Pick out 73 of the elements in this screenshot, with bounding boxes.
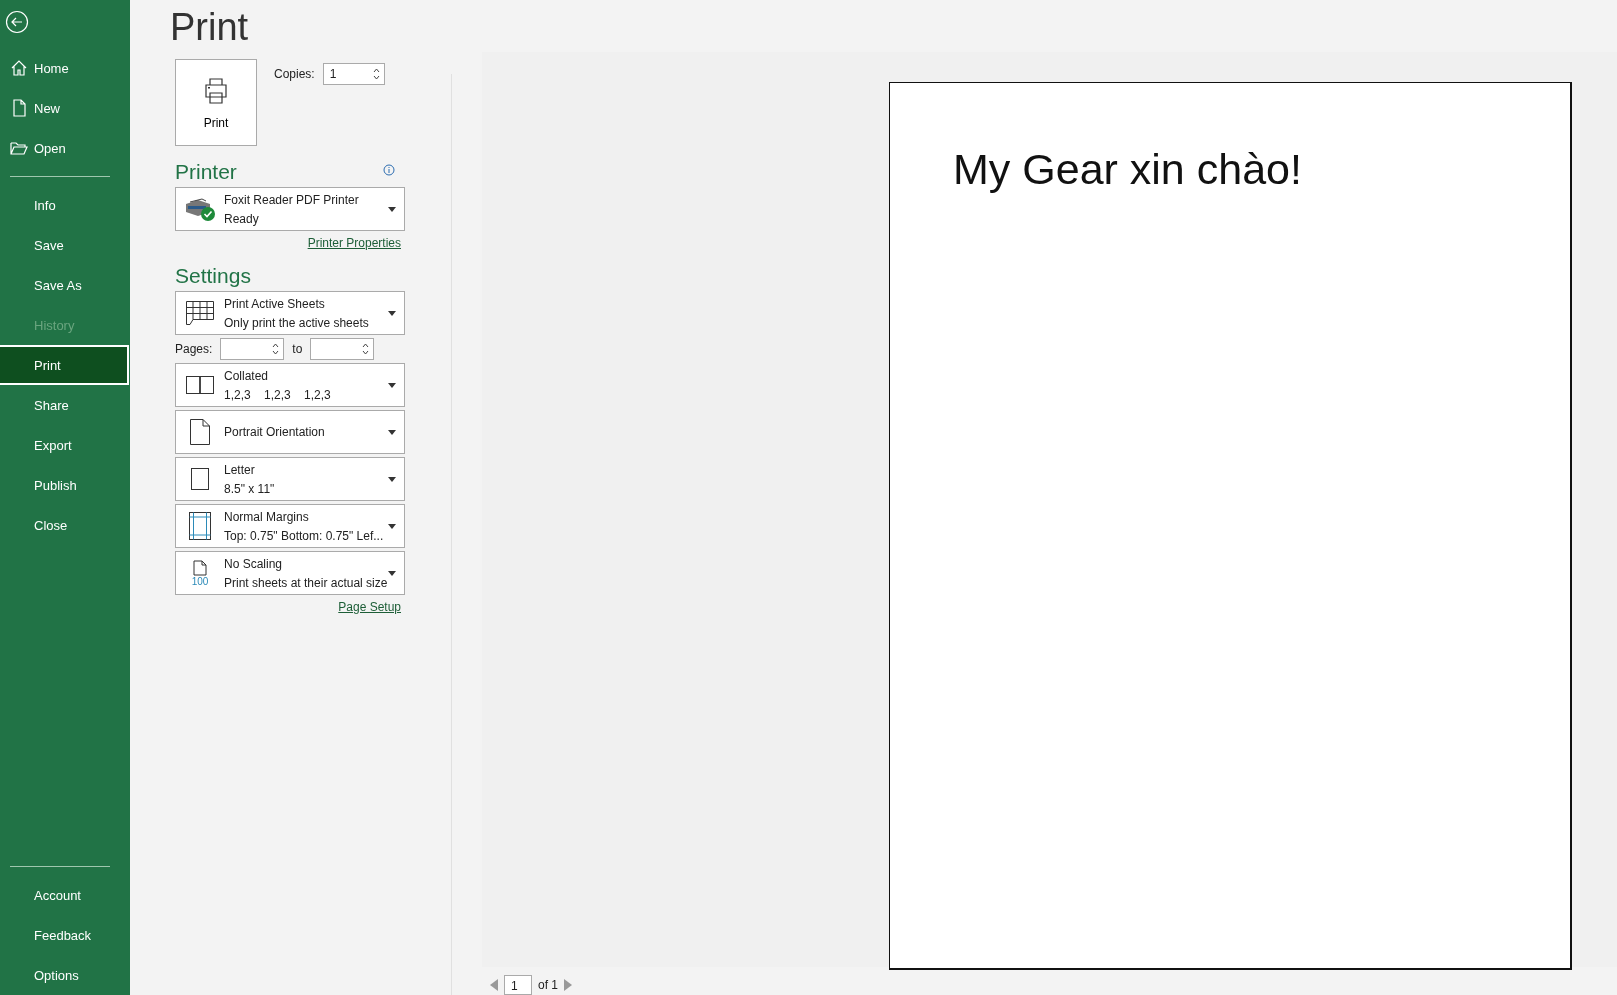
dropdown-caret-icon <box>388 310 396 316</box>
dropdown-caret-icon <box>388 476 396 482</box>
page-count: of 1 <box>538 978 558 992</box>
copies-label: Copies: <box>274 66 315 83</box>
dropdown-title: Portrait Orientation <box>224 425 326 439</box>
dropdown-subtitle: 1,2,3 1,2,3 1,2,3 <box>224 387 332 402</box>
dropdown-subtitle: Only print the active sheets <box>224 315 370 330</box>
document-icon <box>10 99 28 117</box>
page-icon <box>193 559 207 576</box>
printer-dropdown[interactable]: Foxit Reader PDF Printer Ready <box>175 187 405 231</box>
sidebar-item[interactable]: Save As <box>0 265 130 305</box>
sidebar-item[interactable]: Feedback <box>0 915 130 955</box>
settings-dropdown[interactable]: Letter 8.5" x 11" <box>175 457 405 501</box>
settings-dropdown[interactable]: Portrait Orientation <box>175 410 405 454</box>
to-label: to <box>292 341 303 358</box>
dropdown-title: Collated <box>224 368 270 383</box>
page-icon <box>190 467 210 491</box>
dropdown-title: No Scaling <box>224 556 284 571</box>
page-to-field[interactable] <box>310 338 375 360</box>
printer-ready-icon <box>184 196 216 222</box>
margins-icon <box>188 511 212 541</box>
print-button[interactable]: Print <box>175 59 257 146</box>
dropdown-caret-icon <box>388 570 396 576</box>
settings-dropdown[interactable]: Print Active Sheets Only print the active sheets <box>175 291 405 335</box>
copies-field[interactable]: 1 <box>322 63 385 85</box>
sidebar-item[interactable]: Export <box>0 425 130 465</box>
dropdown-caret-icon <box>388 206 396 212</box>
next-page-icon <box>564 979 572 991</box>
spinner-arrows-icon <box>362 342 370 356</box>
sidebar-item[interactable]: Publish <box>0 465 130 505</box>
previous-page-icon <box>490 979 498 991</box>
dropdown-subtitle: Top: 0.75" Bottom: 0.75" Lef... <box>224 528 385 543</box>
sidebar-item[interactable]: Print <box>0 345 129 385</box>
page-title: Print <box>169 5 250 50</box>
sidebar-item[interactable]: Account <box>0 875 130 915</box>
sidebar-item[interactable]: Info <box>0 185 130 225</box>
sidebar-item[interactable]: Open <box>0 128 130 168</box>
info-icon <box>383 164 395 176</box>
section-heading: Settings <box>175 264 251 288</box>
dropdown-subtitle: Ready <box>224 211 260 226</box>
page-text: My Gear xin chào! <box>953 145 1302 194</box>
dropdown-title: Print Active Sheets <box>224 296 326 311</box>
sidebar-item[interactable]: Share <box>0 385 130 425</box>
spinner-arrows-icon <box>372 67 380 81</box>
spinner-arrows-icon <box>272 342 280 356</box>
sidebar-item[interactable]: New <box>0 88 130 128</box>
dropdown-caret-icon <box>388 523 396 529</box>
worksheet-icon <box>185 300 215 326</box>
portrait-page-icon <box>189 418 211 446</box>
dropdown-title: Foxit Reader PDF Printer <box>224 192 360 207</box>
sidebar-item[interactable]: Close <box>0 505 130 545</box>
dropdown-title: Normal Margins <box>224 509 310 524</box>
pages-label: Pages: <box>175 341 213 358</box>
dropdown-title: Letter <box>224 462 256 477</box>
home-icon <box>10 59 28 77</box>
section-heading: Printer <box>175 160 237 184</box>
dropdown-subtitle: 8.5" x 11" <box>224 481 276 496</box>
printer-properties-link[interactable]: Printer Properties <box>307 236 401 250</box>
scale-number: 100 <box>191 575 209 587</box>
dropdown-caret-icon <box>388 382 396 388</box>
page-from-field[interactable] <box>220 338 285 360</box>
settings-dropdown[interactable]: 100 No Scaling Print sheets at their actual size <box>175 551 405 595</box>
dropdown-caret-icon <box>388 429 396 435</box>
folder-icon <box>10 139 28 157</box>
settings-dropdown[interactable]: Collated 1,2,3 1,2,3 1,2,3 <box>175 363 405 407</box>
sidebar-item[interactable]: Options <box>0 955 130 995</box>
settings-dropdown[interactable]: Normal Margins Top: 0.75" Bottom: 0.75" Lef... <box>175 504 405 548</box>
sidebar-item[interactable]: Home <box>0 48 130 88</box>
dropdown-subtitle: Print sheets at their actual size <box>224 575 388 590</box>
page-setup-link[interactable]: Page Setup <box>338 600 401 614</box>
sidebar-item[interactable]: Save <box>0 225 130 265</box>
page-number-field[interactable]: 1 <box>504 975 532 995</box>
two-pages-icon <box>185 375 215 395</box>
